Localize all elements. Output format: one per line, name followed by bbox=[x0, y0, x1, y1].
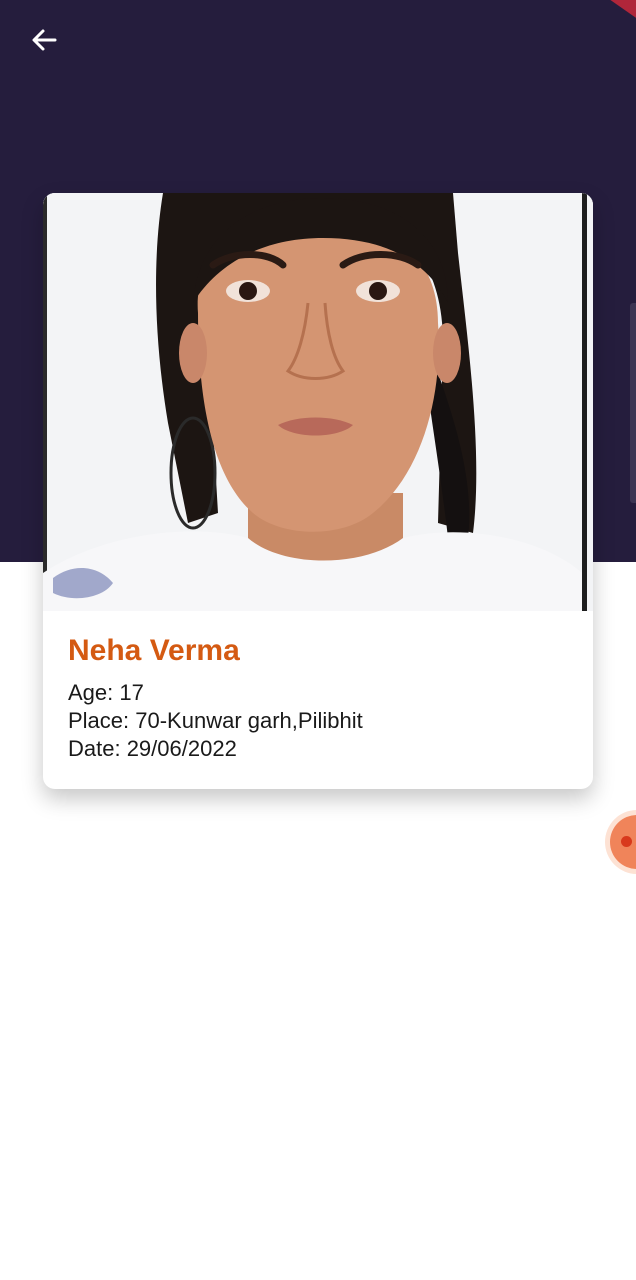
profile-date: Date: 29/06/2022 bbox=[68, 736, 237, 761]
profile-photo bbox=[43, 193, 593, 611]
profile-place: Place: 70-Kunwar garh,Pilibhit bbox=[68, 708, 363, 733]
screen: Neha Verma Age: 17 Place: 70-Kunwar garh… bbox=[0, 0, 636, 1280]
profile-age: Age: 17 bbox=[68, 680, 144, 705]
scroll-indicator[interactable] bbox=[630, 303, 636, 503]
floating-dot-icon bbox=[621, 836, 632, 847]
profile-info: Neha Verma Age: 17 Place: 70-Kunwar garh… bbox=[68, 633, 573, 763]
profile-card[interactable]: Neha Verma Age: 17 Place: 70-Kunwar garh… bbox=[43, 193, 593, 789]
profile-name: Neha Verma bbox=[68, 634, 240, 667]
back-button[interactable] bbox=[24, 24, 64, 56]
arrow-left-icon bbox=[32, 29, 57, 51]
